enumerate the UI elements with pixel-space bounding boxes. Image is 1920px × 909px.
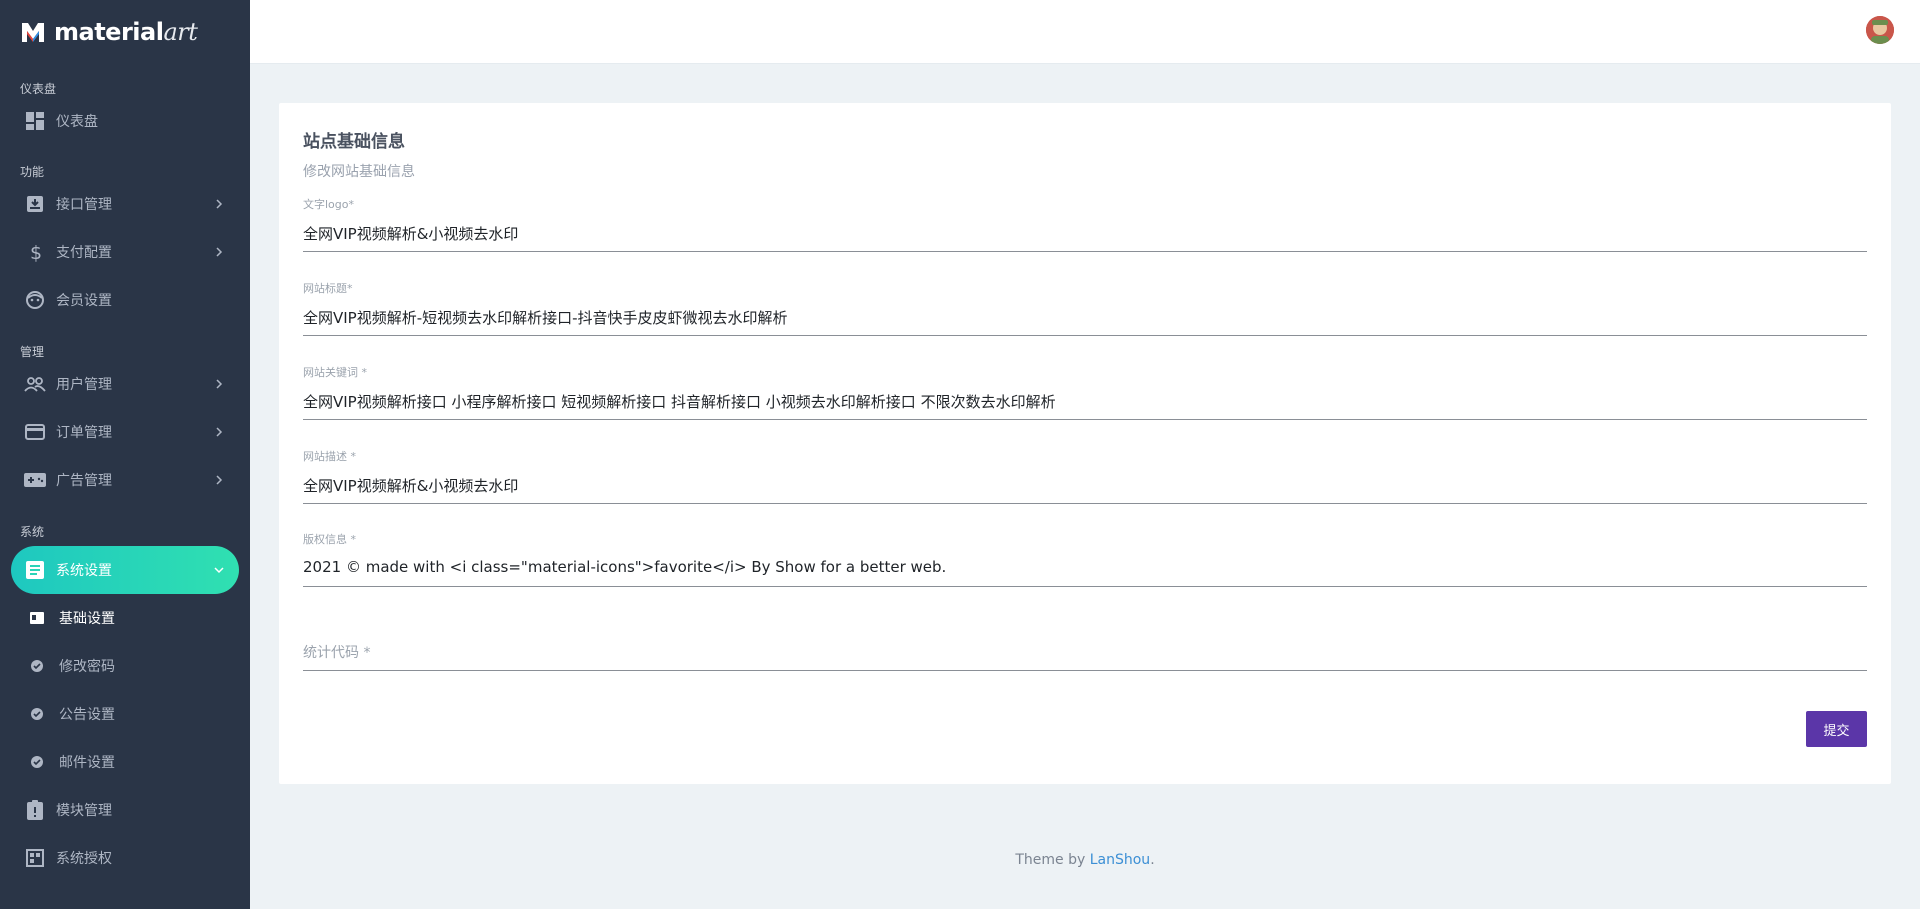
field-value[interactable]: 全网VIP视频解析&小视频去水印: [303, 475, 518, 496]
credit-card-icon: [24, 421, 46, 443]
chevron-right-icon: [216, 475, 223, 485]
dashboard-icon: [24, 110, 46, 132]
sidebar-subitem-label: 基础设置: [59, 611, 115, 627]
section-label-features: 功能: [20, 165, 45, 179]
field-value[interactable]: 全网VIP视频解析&小视频去水印: [303, 223, 518, 244]
field-label: 网站标题*: [303, 282, 353, 295]
clipboard-icon: [24, 799, 46, 821]
sidebar-item-payment[interactable]: $ 支付配置: [0, 228, 250, 276]
id-card-icon: [30, 611, 44, 625]
sidebar-item-label: 模块管理: [56, 803, 112, 819]
footer-suffix: .: [1150, 852, 1155, 868]
footer-prefix: Theme by: [1015, 852, 1090, 868]
chevron-right-icon: [216, 199, 223, 209]
sidebar-item-ads[interactable]: 广告管理: [0, 456, 250, 504]
sidebar-subitem-label: 修改密码: [59, 659, 115, 675]
sidebar-item-members[interactable]: 会员设置: [0, 276, 250, 324]
submit-button[interactable]: 提交: [1806, 711, 1867, 747]
site-keywords-field[interactable]: 网站关键词 * 全网VIP视频解析接口 小程序解析接口 短视频解析接口 抖音解析…: [303, 364, 1867, 420]
field-label: 版权信息 *: [303, 533, 356, 546]
sidebar-item-label: 订单管理: [56, 425, 112, 441]
section-label-system: 系统: [20, 525, 45, 539]
sidebar-subitem-label: 邮件设置: [59, 755, 115, 771]
sidebar-item-label: 用户管理: [56, 377, 112, 393]
card-title: 站点基础信息: [303, 132, 405, 152]
field-value[interactable]: 全网VIP视频解析-短视频去水印解析接口-抖音快手皮皮虾微视去水印解析: [303, 307, 788, 328]
sidebar-subitem-announcement[interactable]: 公告设置: [0, 690, 250, 738]
brand[interactable]: materialart: [0, 0, 250, 64]
chevron-right-icon: [216, 247, 223, 257]
sidebar: materialart 仪表盘 仪表盘 功能 接口管理 $ 支付配置 会员设置 …: [0, 0, 250, 909]
grid-icon: [24, 847, 46, 869]
dollar-icon: $: [24, 241, 46, 263]
sidebar-item-label: 系统设置: [56, 563, 112, 579]
section-label-dashboard: 仪表盘: [20, 82, 57, 96]
sidebar-item-api[interactable]: 接口管理: [0, 180, 250, 228]
gamepad-icon: [24, 469, 46, 491]
field-value[interactable]: 2021 © made with <i class="material-icon…: [303, 558, 946, 576]
chevron-right-icon: [216, 427, 223, 437]
field-label: 网站描述 *: [303, 450, 356, 463]
sidebar-item-label: 支付配置: [56, 245, 112, 261]
people-icon: [24, 373, 46, 395]
sidebar-item-label: 系统授权: [56, 851, 112, 867]
sidebar-item-label: 仪表盘: [56, 113, 98, 130]
check-circle-icon: [30, 659, 44, 673]
field-placeholder: 统计代码 *: [303, 645, 371, 661]
site-title-field[interactable]: 网站标题* 全网VIP视频解析-短视频去水印解析接口-抖音快手皮皮虾微视去水印解…: [303, 280, 1867, 336]
site-info-card: 站点基础信息 修改网站基础信息 文字logo* 全网VIP视频解析&小视频去水印…: [279, 103, 1891, 784]
analytics-code-field[interactable]: 统计代码 *: [303, 615, 1867, 671]
sidebar-item-label: 接口管理: [56, 197, 112, 213]
site-description-field[interactable]: 网站描述 * 全网VIP视频解析&小视频去水印: [303, 448, 1867, 504]
field-label: 文字logo*: [303, 198, 354, 211]
footer: Theme by LanShou.: [250, 852, 1920, 868]
list-icon: [24, 559, 46, 581]
sidebar-item-license[interactable]: 系统授权: [0, 834, 250, 882]
user-avatar[interactable]: [1866, 16, 1894, 44]
sidebar-item-dashboard[interactable]: 仪表盘: [0, 97, 250, 144]
inbox-icon: [24, 193, 46, 215]
sidebar-item-system-settings[interactable]: 系统设置: [11, 546, 239, 594]
sidebar-item-modules[interactable]: 模块管理: [0, 786, 250, 834]
footer-link[interactable]: LanShou: [1090, 852, 1150, 868]
chevron-right-icon: [216, 379, 223, 389]
section-label-manage: 管理: [20, 345, 45, 359]
sidebar-item-orders[interactable]: 订单管理: [0, 408, 250, 456]
svg-text:$: $: [30, 242, 42, 262]
sidebar-item-users[interactable]: 用户管理: [0, 360, 250, 408]
sidebar-item-label: 广告管理: [56, 473, 112, 489]
copyright-field[interactable]: 版权信息 * 2021 © made with <i class="materi…: [303, 531, 1867, 587]
check-circle-icon: [30, 755, 44, 769]
check-circle-icon: [30, 707, 44, 721]
topbar: [250, 0, 1920, 64]
sidebar-subitem-label: 公告设置: [59, 707, 115, 723]
face-icon: [24, 289, 46, 311]
chevron-down-icon: [214, 567, 224, 574]
brand-name: materialart: [54, 18, 198, 46]
sidebar-item-label: 会员设置: [56, 293, 112, 309]
brand-logo-icon: [20, 19, 46, 45]
card-subtitle: 修改网站基础信息: [303, 164, 415, 180]
sidebar-subitem-email[interactable]: 邮件设置: [0, 738, 250, 786]
sidebar-subitem-basic-settings[interactable]: 基础设置: [0, 594, 250, 642]
sidebar-subitem-change-password[interactable]: 修改密码: [0, 642, 250, 690]
text-logo-field[interactable]: 文字logo* 全网VIP视频解析&小视频去水印: [303, 196, 1867, 252]
field-value[interactable]: 全网VIP视频解析接口 小程序解析接口 短视频解析接口 抖音解析接口 小视频去水…: [303, 391, 1056, 412]
field-label: 网站关键词 *: [303, 366, 367, 379]
